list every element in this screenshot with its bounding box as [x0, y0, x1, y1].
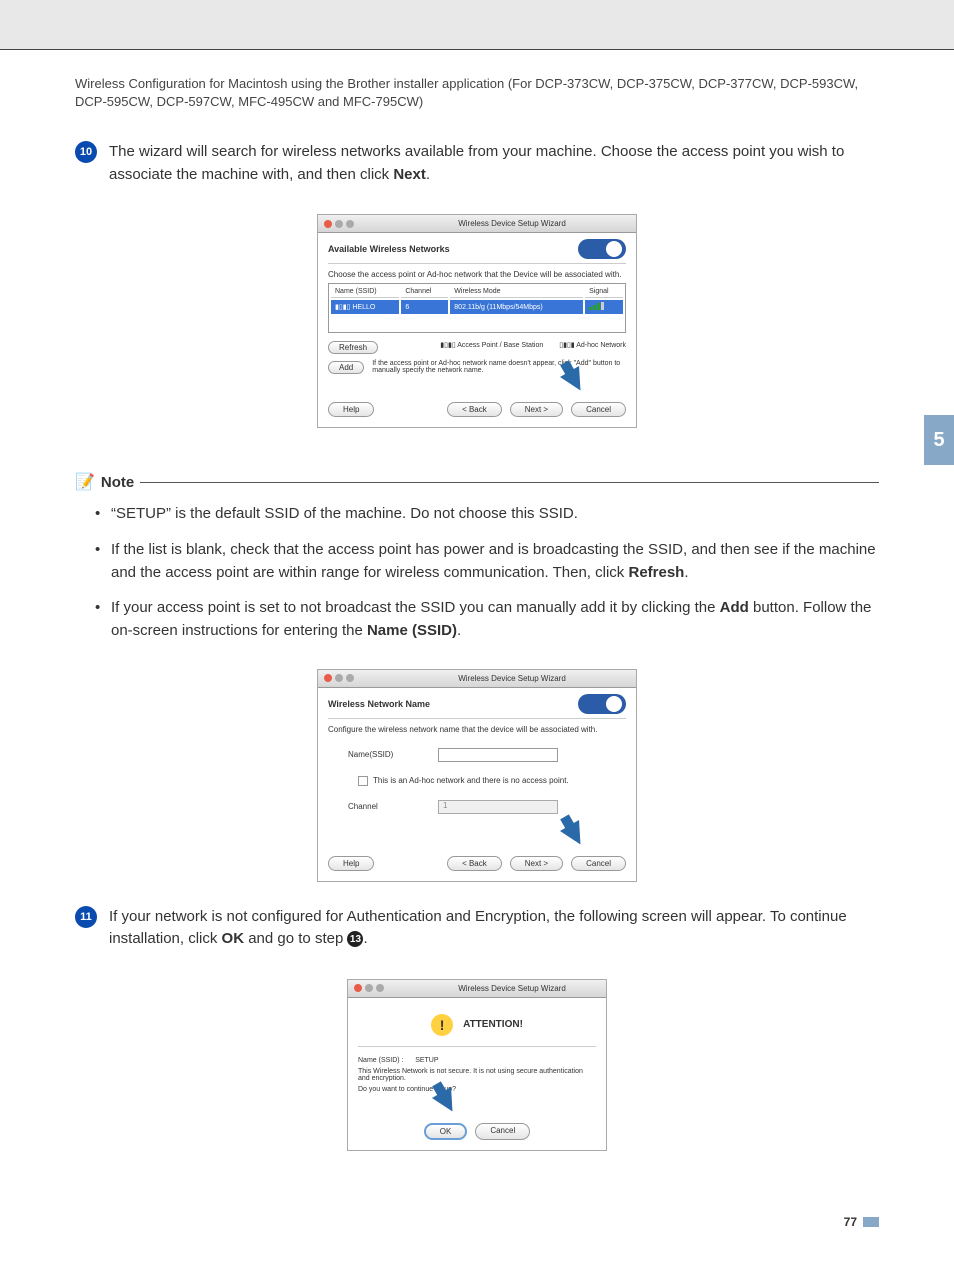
- channel-label: Channel: [348, 802, 438, 811]
- cell-name: ▮▯▮▯ HELLO: [331, 300, 399, 314]
- note-item-3: If your access point is set to not broad…: [95, 596, 879, 643]
- legend-adhoc: ▯▮▯▮ Ad-hoc Network: [559, 341, 626, 354]
- step-11-b: and go to step: [244, 930, 347, 947]
- arrow-icon: [432, 1087, 462, 1117]
- note-icon: 📝: [75, 472, 95, 492]
- step-11-a: If your network is not configured for Au…: [109, 908, 847, 948]
- attention-label: ATTENTION!: [463, 1019, 523, 1030]
- warn-text: This Wireless Network is not secure. It …: [358, 1066, 596, 1084]
- shot2-desc: Configure the wireless network name that…: [328, 725, 626, 734]
- step-number-10: 10: [75, 141, 97, 163]
- step-11-c: .: [363, 930, 367, 947]
- ssid-label: Name(SSID): [348, 750, 438, 759]
- col-channel: Channel: [401, 286, 448, 298]
- chapter-tab: 5: [924, 415, 954, 465]
- window-controls: [324, 220, 354, 228]
- cell-mode: 802.11b/g (11Mbps/54Mbps): [450, 300, 583, 314]
- ssid-input[interactable]: [438, 748, 558, 762]
- col-name: Name (SSID): [331, 286, 399, 298]
- wifi-logo: [578, 694, 626, 714]
- window-title: Wireless Device Setup Wizard: [394, 674, 630, 683]
- help-button[interactable]: Help: [328, 856, 374, 871]
- cancel-button[interactable]: Cancel: [475, 1123, 530, 1140]
- cell-signal: [585, 300, 623, 314]
- col-signal: Signal: [585, 286, 623, 298]
- window-controls: [354, 984, 384, 992]
- refresh-button[interactable]: Refresh: [328, 341, 378, 354]
- window-controls: [324, 674, 354, 682]
- screenshot-available-networks: Wireless Device Setup Wizard Available W…: [317, 214, 637, 428]
- step-ref-13: 13: [347, 931, 363, 947]
- back-button[interactable]: < Back: [447, 856, 502, 871]
- ssid-value: SETUP: [415, 1057, 438, 1064]
- step-10-bold: Next: [393, 166, 426, 183]
- legend-ap: ▮▯▮▯ Access Point / Base Station: [440, 341, 543, 354]
- warning-icon: !: [431, 1014, 453, 1036]
- note-item-2: If the list is blank, check that the acc…: [95, 538, 879, 585]
- top-bar: [0, 0, 954, 50]
- cancel-button[interactable]: Cancel: [571, 402, 626, 417]
- page-number: 77: [75, 1215, 879, 1229]
- col-mode: Wireless Mode: [450, 286, 583, 298]
- table-row[interactable]: ▮▯▮▯ HELLO 6 802.11b/g (11Mbps/54Mbps): [331, 300, 623, 314]
- step-10-text: The wizard will search for wireless netw…: [109, 141, 879, 186]
- cell-channel: 6: [401, 300, 448, 314]
- network-table: Name (SSID)ChannelWireless ModeSignal ▮▯…: [328, 283, 626, 333]
- adhoc-label: This is an Ad-hoc network and there is n…: [373, 776, 569, 785]
- page-header-text: Wireless Configuration for Macintosh usi…: [75, 75, 879, 111]
- screenshot-network-name: Wireless Device Setup Wizard Wireless Ne…: [317, 669, 637, 882]
- cancel-button[interactable]: Cancel: [571, 856, 626, 871]
- adhoc-checkbox[interactable]: [358, 776, 368, 786]
- add-button[interactable]: Add: [328, 361, 364, 374]
- window-title: Wireless Device Setup Wizard: [424, 984, 600, 993]
- step-number-11: 11: [75, 906, 97, 928]
- step-11-text: If your network is not configured for Au…: [109, 906, 879, 951]
- shot1-desc: Choose the access point or Ad-hoc networ…: [328, 270, 626, 279]
- note-label: Note: [101, 474, 134, 491]
- shot1-heading: Available Wireless Networks: [328, 244, 450, 254]
- add-desc: If the access point or Ad-hoc network na…: [372, 360, 626, 374]
- window-title: Wireless Device Setup Wizard: [394, 219, 630, 228]
- step-10-b: .: [426, 166, 430, 183]
- ssid-label: Name (SSID) :: [358, 1057, 404, 1064]
- back-button[interactable]: < Back: [447, 402, 502, 417]
- channel-select[interactable]: 1: [438, 800, 558, 814]
- note-item-1: “SETUP” is the default SSID of the machi…: [95, 502, 879, 525]
- shot2-heading: Wireless Network Name: [328, 699, 430, 709]
- next-button[interactable]: Next >: [510, 402, 563, 417]
- wifi-logo: [578, 239, 626, 259]
- step-10-a: The wizard will search for wireless netw…: [109, 143, 844, 183]
- screenshot-attention: Wireless Device Setup Wizard ! ATTENTION…: [347, 979, 607, 1151]
- step-11-bold: OK: [222, 930, 245, 947]
- next-button[interactable]: Next >: [510, 856, 563, 871]
- ok-button[interactable]: OK: [424, 1123, 468, 1140]
- help-button[interactable]: Help: [328, 402, 374, 417]
- arrow-icon: [560, 820, 590, 850]
